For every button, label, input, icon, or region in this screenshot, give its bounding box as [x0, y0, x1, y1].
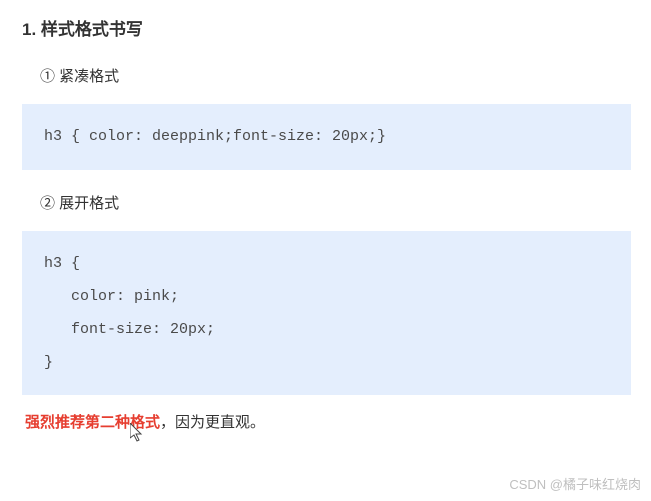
watermark: CSDN @橘子味红烧肉 — [509, 474, 641, 493]
section-2-title: ② 展开格式 — [40, 192, 631, 213]
code-block-expanded: h3 { color: pink; font-size: 20px; } — [22, 231, 631, 395]
code-block-compact: h3 { color: deeppink;font-size: 20px;} — [22, 104, 631, 170]
main-heading: 1. 样式格式书写 — [22, 15, 631, 40]
recommendation-text: 强烈推荐第二种格式，因为更直观。 — [25, 411, 631, 432]
section-1-title: ① 紧凑格式 — [40, 65, 631, 86]
recommendation-rest: ，因为更直观。 — [160, 414, 265, 431]
cursor-icon — [130, 423, 146, 443]
content-container: 1. 样式格式书写 ① 紧凑格式 h3 { color: deeppink;fo… — [0, 0, 651, 432]
